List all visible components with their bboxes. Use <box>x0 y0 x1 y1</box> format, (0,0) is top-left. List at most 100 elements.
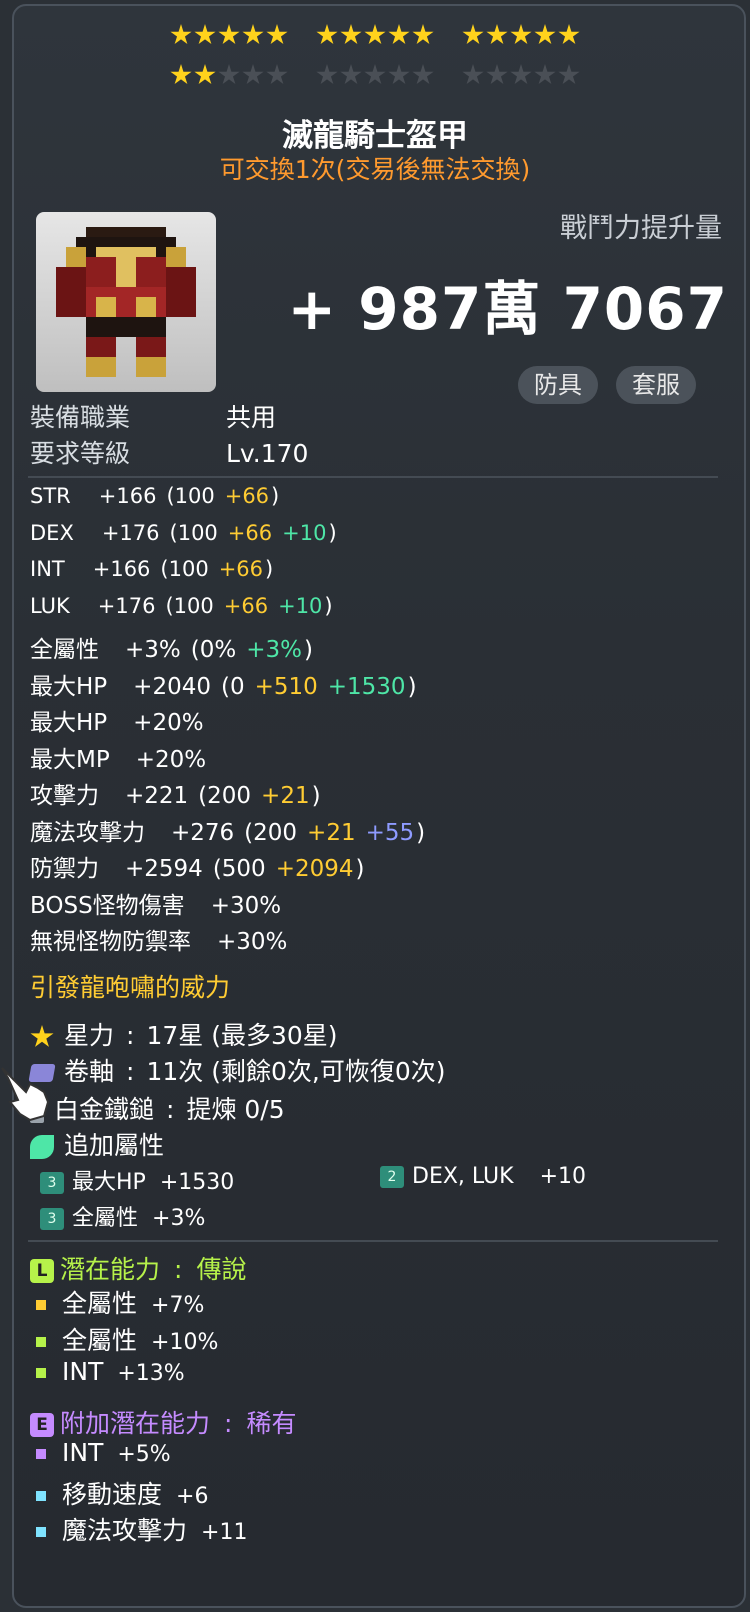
star-filled-icon <box>388 24 410 45</box>
star-filled-icon <box>170 64 192 85</box>
hammer-value: 提煉 0/5 <box>186 1095 285 1124</box>
stat-row: 無視怪物防禦率 +30% <box>30 922 297 956</box>
stat-label: 無視怪物防禦率 <box>30 929 191 955</box>
stat-close: ) <box>265 557 274 581</box>
stat-close: ) <box>328 520 337 545</box>
stat-total: +30% <box>210 892 282 919</box>
stat-bonus-gold: +66 <box>223 593 269 618</box>
stat-bonus-green: +3% <box>246 637 302 663</box>
bullet-icon <box>36 1527 46 1537</box>
tag-outfit: 套服 <box>616 366 696 404</box>
flame-label: 最大HP <box>72 1170 146 1195</box>
stat-label: 防禦力 <box>30 856 99 882</box>
flame-value: +1530 <box>159 1170 235 1195</box>
stat-row: LUK +176 (100 +66 +10) <box>30 594 333 618</box>
divider <box>28 1240 718 1242</box>
flame-tier-badge: 3 <box>40 1208 64 1230</box>
stat-bonus-gold: +21 <box>307 819 356 846</box>
stat-total: +20% <box>135 746 207 773</box>
flame-title: 追加屬性 <box>64 1131 165 1160</box>
stat-row: BOSS怪物傷害 +30% <box>30 886 291 920</box>
stat-label: 魔法攻擊力 <box>30 819 145 846</box>
stat-row: 防禦力 +2594 (500 +2094) <box>30 849 364 883</box>
req-job-value: 共用 <box>226 403 277 432</box>
bullet-icon <box>36 1368 46 1378</box>
star-empty-icon <box>486 64 508 85</box>
stat-bonus-gold: +66 <box>224 484 270 508</box>
stat-base: (200 <box>198 783 252 809</box>
star-filled-icon <box>194 64 216 85</box>
star-group <box>316 64 434 86</box>
flame-line-2: 2 DEX, LUK +10 <box>380 1164 586 1189</box>
star-filled-icon <box>340 24 362 45</box>
potential-grade: 傳說 <box>196 1255 247 1284</box>
star-force-row: 星力:17星 (最多30星) <box>30 1016 338 1052</box>
scroll-value: 11次 (剩餘0次,可恢復0次) <box>146 1057 446 1086</box>
rare-badge-icon: E <box>30 1413 54 1437</box>
tag-armor: 防具 <box>518 366 598 404</box>
potential-line: INT +5% <box>36 1438 171 1467</box>
stat-bonus-green: +10 <box>282 520 327 545</box>
stat-label: 最大HP <box>30 710 108 736</box>
stat-base: (100 <box>169 520 218 545</box>
stat-row: INT +166 (100 +66) <box>30 557 273 581</box>
bullet-icon <box>36 1300 46 1310</box>
potential-line-value: +7% <box>151 1293 205 1318</box>
stat-base: (100 <box>165 593 214 618</box>
hammer-row: 白金鐵鎚: 提煉 0/5 <box>30 1090 285 1126</box>
stat-bonus-blue: +55 <box>365 819 415 846</box>
stat-bonus-gold: +66 <box>218 557 264 581</box>
stat-base: (0% <box>190 637 237 663</box>
bullet-icon <box>36 1490 46 1501</box>
star-icon <box>30 1025 54 1047</box>
potential-line-value: +5% <box>117 1442 171 1467</box>
stat-label: BOSS怪物傷害 <box>30 892 185 919</box>
stat-total: +221 <box>125 783 189 809</box>
flame-label: 全屬性 <box>72 1206 139 1231</box>
potential-line-value: +11 <box>201 1520 248 1545</box>
stat-close: ) <box>355 856 365 882</box>
flame-title-row: 追加屬性 <box>30 1126 164 1162</box>
stat-row: STR +166 (100 +66) <box>30 484 279 508</box>
potential-line: 全屬性 +10% <box>36 1321 218 1357</box>
stat-label: 全屬性 <box>30 637 99 663</box>
potential-line-value: +6 <box>176 1483 209 1509</box>
item-image <box>36 212 216 392</box>
stat-label: 攻擊力 <box>30 783 99 809</box>
stat-base: (500 <box>212 856 266 882</box>
star-empty-icon <box>412 64 434 85</box>
potential-line-label: INT <box>62 1357 104 1386</box>
scroll-row: 卷軸:11次 (剩餘0次,可恢復0次) <box>28 1052 446 1088</box>
star-empty-icon <box>534 64 556 85</box>
req-level-row: 要求等級 Lv.170 <box>30 434 308 470</box>
stat-total: +2594 <box>125 856 203 882</box>
additional-potential-grade: 稀有 <box>246 1409 297 1438</box>
stat-label: LUK <box>30 593 70 618</box>
star-filled-icon <box>462 24 484 45</box>
req-job-row: 裝備職業 共用 <box>30 398 276 434</box>
star-group <box>170 24 288 46</box>
star-filled-icon <box>194 24 216 45</box>
star-force-row-2 <box>0 64 750 86</box>
stat-label: STR <box>30 484 71 508</box>
star-group <box>462 64 580 86</box>
stat-total: +276 <box>171 819 235 846</box>
star-group <box>316 24 434 46</box>
star-filled-icon <box>266 24 288 45</box>
flame-value: +3% <box>152 1206 206 1231</box>
stat-row: 攻擊力 +221 (200 +21) <box>30 776 321 810</box>
star-empty-icon <box>364 64 386 85</box>
item-name: 滅龍騎士盔甲 <box>282 118 468 154</box>
star-force-value: 17星 (最多30星) <box>146 1021 338 1050</box>
additional-potential-title-row: E 附加潛在能力: 稀有 <box>30 1404 296 1440</box>
scroll-label: 卷軸 <box>64 1057 115 1086</box>
stat-bonus-gold: +510 <box>254 673 318 700</box>
stat-label: INT <box>30 557 65 581</box>
potential-line-value: +10% <box>151 1329 219 1355</box>
stat-close: ) <box>271 484 280 508</box>
star-empty-icon <box>462 64 484 85</box>
trade-note: 可交換1次(交易後無法交換) <box>219 155 531 184</box>
star-empty-icon <box>218 64 240 85</box>
potential-line-label: 全屬性 <box>62 1325 138 1355</box>
combat-power-label: 戰鬥力提升量 <box>560 213 722 244</box>
